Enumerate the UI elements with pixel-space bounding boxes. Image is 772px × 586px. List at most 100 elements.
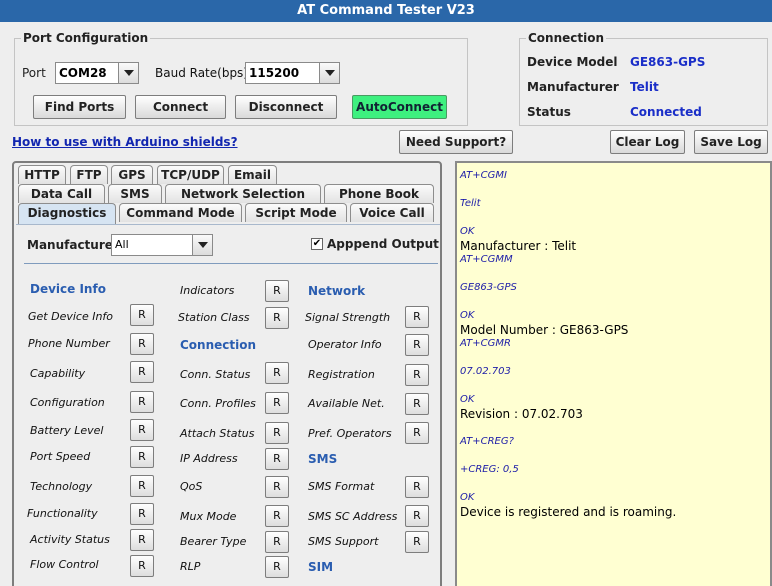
- attach-status-button[interactable]: R: [265, 422, 289, 444]
- get-device-info-label: Get Device Info: [28, 310, 114, 323]
- signal-strength-button[interactable]: R: [405, 306, 429, 328]
- operator-info-button[interactable]: R: [405, 334, 429, 356]
- pref-operators-button[interactable]: R: [405, 422, 429, 444]
- bearer-type-button[interactable]: R: [265, 531, 289, 553]
- station-class-button[interactable]: R: [265, 307, 289, 329]
- battery-level-button[interactable]: R: [130, 419, 154, 441]
- capability-button[interactable]: R: [130, 361, 154, 383]
- tab-phone-book[interactable]: Phone Book: [324, 184, 434, 203]
- mux-mode-label: Mux Mode: [180, 510, 237, 523]
- functionality-button[interactable]: R: [130, 503, 154, 525]
- activity-status-button[interactable]: R: [130, 529, 154, 551]
- autoconnect-button[interactable]: AutoConnect: [352, 95, 447, 119]
- log-line: OK: [460, 310, 475, 321]
- technology-label: Technology: [30, 480, 93, 493]
- sms-support-button[interactable]: R: [405, 531, 429, 553]
- tab-sms[interactable]: SMS: [108, 184, 162, 203]
- log-line: OK: [460, 492, 475, 503]
- log-line: AT+CGMI: [460, 170, 507, 181]
- divider: [24, 263, 438, 264]
- attach-status-label: Attach Status: [180, 427, 255, 440]
- functionality-label: Functionality: [27, 507, 98, 520]
- tab-script-mode[interactable]: Script Mode: [245, 203, 347, 222]
- technology-button[interactable]: R: [130, 475, 154, 497]
- device-info-section: Device Info: [30, 282, 106, 296]
- sms-support-label: SMS Support: [308, 535, 379, 548]
- configuration-label: Configuration: [30, 396, 105, 409]
- pref-operators-label: Pref. Operators: [308, 427, 392, 440]
- need-support-button[interactable]: Need Support?: [399, 130, 513, 154]
- tab-data-call[interactable]: Data Call: [18, 184, 105, 203]
- get-device-info-button[interactable]: R: [130, 304, 154, 326]
- available-net-label: Available Net.: [308, 397, 385, 410]
- manufacturer-label: Manufacturer: [527, 80, 619, 94]
- tab-voice-call[interactable]: Voice Call: [350, 203, 434, 222]
- port-speed-label: Port Speed: [30, 450, 91, 463]
- find-ports-button[interactable]: Find Ports: [33, 95, 126, 119]
- log-panel[interactable]: AT+CGMI Telit OK Manufacturer : Telit AT+CGM…: [455, 161, 772, 586]
- conn-profiles-button[interactable]: R: [265, 392, 289, 414]
- tab-gps[interactable]: GPS: [111, 165, 153, 184]
- sms-sc-address-button[interactable]: R: [405, 505, 429, 527]
- conn-status-button[interactable]: R: [265, 362, 289, 384]
- arduino-shields-link[interactable]: How to use with Arduino shields?: [12, 135, 238, 149]
- baud-rate-select[interactable]: 115200: [245, 62, 340, 84]
- conn-status-label: Conn. Status: [180, 368, 251, 381]
- chevron-down-icon[interactable]: [319, 63, 339, 83]
- configuration-button[interactable]: R: [130, 391, 154, 413]
- log-line: AT+CGMM: [460, 254, 513, 265]
- log-lines: AT+CGMI Telit OK Manufacturer : Telit AT+CGM…: [460, 169, 770, 519]
- bearer-type-label: Bearer Type: [180, 535, 247, 548]
- tab-ftp[interactable]: FTP: [70, 165, 108, 184]
- operator-info-label: Operator Info: [308, 338, 382, 351]
- indicators-label: Indicators: [180, 284, 235, 297]
- registration-button[interactable]: R: [405, 364, 429, 386]
- tab-diagnostics[interactable]: Diagnostics: [18, 203, 116, 224]
- capability-label: Capability: [30, 367, 86, 380]
- rlp-label: RLP: [180, 560, 201, 573]
- chevron-down-icon[interactable]: [192, 235, 212, 255]
- qos-button[interactable]: R: [265, 476, 289, 498]
- disconnect-button[interactable]: Disconnect: [235, 95, 337, 119]
- flow-control-button[interactable]: R: [130, 555, 154, 577]
- phone-number-button[interactable]: R: [130, 333, 154, 355]
- log-line: Model Number : GE863-GPS: [460, 323, 629, 337]
- baud-rate-select-value: 115200: [249, 66, 300, 80]
- connection-section: Connection: [180, 338, 257, 352]
- log-line: GE863-GPS: [460, 282, 517, 293]
- port-speed-button[interactable]: R: [130, 446, 154, 468]
- mux-mode-button[interactable]: R: [265, 505, 289, 527]
- activity-status-label: Activity Status: [30, 533, 110, 546]
- ip-address-button[interactable]: R: [265, 448, 289, 470]
- sms-sc-address-label: SMS SC Address: [308, 510, 398, 523]
- sms-format-button[interactable]: R: [405, 476, 429, 498]
- signal-strength-label: Signal Strength: [305, 311, 391, 324]
- diag-manufacturer-select[interactable]: All: [111, 234, 213, 256]
- rlp-button[interactable]: R: [265, 556, 289, 578]
- chevron-down-icon[interactable]: [118, 63, 138, 83]
- tab-http[interactable]: HTTP: [18, 165, 66, 184]
- available-net-button[interactable]: R: [405, 393, 429, 415]
- connect-button[interactable]: Connect: [135, 95, 226, 119]
- indicators-button[interactable]: R: [265, 280, 289, 302]
- sim-section: SIM: [308, 560, 334, 574]
- tab-email[interactable]: Email: [228, 165, 277, 184]
- tab-tcp-udp[interactable]: TCP/UDP: [157, 165, 224, 184]
- tab-command-mode[interactable]: Command Mode: [119, 203, 242, 222]
- network-section: Network: [308, 284, 366, 298]
- log-line: 07.02.703: [460, 366, 511, 377]
- log-line: Telit: [460, 198, 481, 209]
- clear-log-button[interactable]: Clear Log: [610, 130, 685, 154]
- append-output-checkbox[interactable]: ✔: [311, 238, 323, 250]
- save-log-button[interactable]: Save Log: [694, 130, 768, 154]
- port-select[interactable]: COM28: [55, 62, 139, 84]
- manufacturer-value: Telit: [630, 80, 659, 94]
- port-select-value: COM28: [59, 66, 107, 80]
- tab-network-selection[interactable]: Network Selection: [165, 184, 321, 203]
- log-line: Device is registered and is roaming.: [460, 505, 677, 519]
